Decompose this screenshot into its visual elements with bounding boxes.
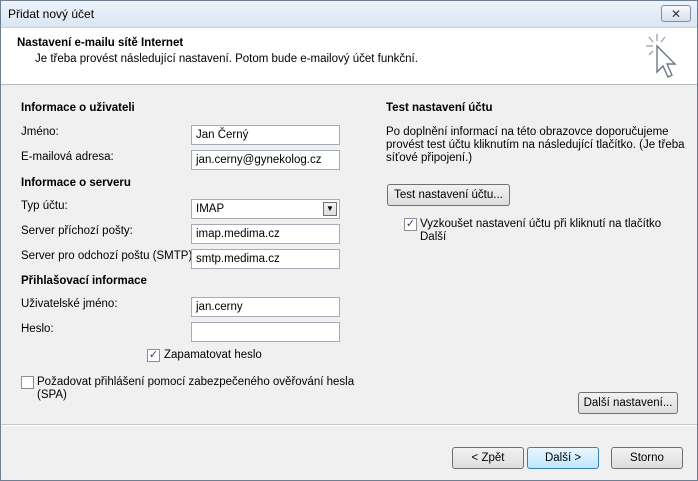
title-bar: Přidat nový účet ✕ <box>1 1 697 28</box>
spa-label-line2: (SPA) <box>37 389 67 401</box>
outgoing-server-input[interactable]: smtp.medima.cz <box>191 249 340 269</box>
server-info-heading: Informace o serveru <box>21 177 131 189</box>
check-icon: ✓ <box>405 218 416 230</box>
username-label: Uživatelské jméno: <box>21 298 118 310</box>
remember-password-label: Zapamatovat heslo <box>164 349 262 361</box>
user-info-heading: Informace o uživateli <box>21 102 135 114</box>
remember-password-checkbox[interactable]: ✓ <box>147 349 160 362</box>
cursor-click-icon <box>646 34 677 78</box>
test-description-line2: provést test účtu kliknutím na následují… <box>386 139 685 151</box>
test-account-button[interactable]: Test nastavení účtu... <box>387 184 510 206</box>
test-heading: Test nastavení účtu <box>386 102 493 114</box>
cancel-button[interactable]: Storno <box>611 447 683 469</box>
test-description-line1: Po doplnění informací na této obrazovce … <box>386 126 669 138</box>
header-title: Nastavení e-mailu sítě Internet <box>17 37 184 49</box>
login-info-heading: Přihlašovací informace <box>21 275 147 287</box>
check-icon: ✓ <box>148 349 159 361</box>
incoming-server-label: Server příchozí pošty: <box>21 225 133 237</box>
account-type-select[interactable]: IMAP ▼ <box>191 199 340 219</box>
back-button[interactable]: < Zpět <box>452 447 524 469</box>
name-input[interactable]: Jan Černý <box>191 125 340 145</box>
password-label: Heslo: <box>21 323 54 335</box>
header-subtitle: Je třeba provést následující nastavení. … <box>35 53 418 65</box>
footer-separator <box>1 424 697 426</box>
auto-test-label-line1: Vyzkoušet nastavení účtu při kliknutí na… <box>420 218 662 230</box>
auto-test-label-line2: Další <box>420 231 447 243</box>
next-button[interactable]: Další > <box>527 447 599 469</box>
account-type-value: IMAP <box>196 203 225 215</box>
auto-test-checkbox[interactable]: ✓ <box>404 218 417 231</box>
dialog-header: Nastavení e-mailu sítě Internet Je třeba… <box>1 28 697 85</box>
test-description-line3: síťové připojení.) <box>386 152 473 164</box>
add-account-dialog: Přidat nový účet ✕ Nastavení e-mailu sít… <box>0 0 698 481</box>
chevron-down-icon[interactable]: ▼ <box>323 202 337 216</box>
close-button[interactable]: ✕ <box>661 5 691 22</box>
username-input[interactable]: jan.cerny <box>191 297 340 317</box>
window-title: Přidat nový účet <box>8 7 95 21</box>
email-input[interactable]: jan.cerny@gynekolog.cz <box>191 150 340 170</box>
more-settings-button[interactable]: Další nastavení... <box>578 392 678 414</box>
account-type-label: Typ účtu: <box>21 200 68 212</box>
email-label: E-mailová adresa: <box>21 151 114 163</box>
outgoing-server-label: Server pro odchozí poštu (SMTP): <box>21 250 196 262</box>
name-label: Jméno: <box>21 126 59 138</box>
spa-label-line1: Požadovat přihlášení pomocí zabezpečenéh… <box>37 376 355 388</box>
incoming-server-input[interactable]: imap.medima.cz <box>191 224 340 244</box>
password-input[interactable] <box>191 322 340 342</box>
spa-checkbox[interactable] <box>21 376 34 389</box>
